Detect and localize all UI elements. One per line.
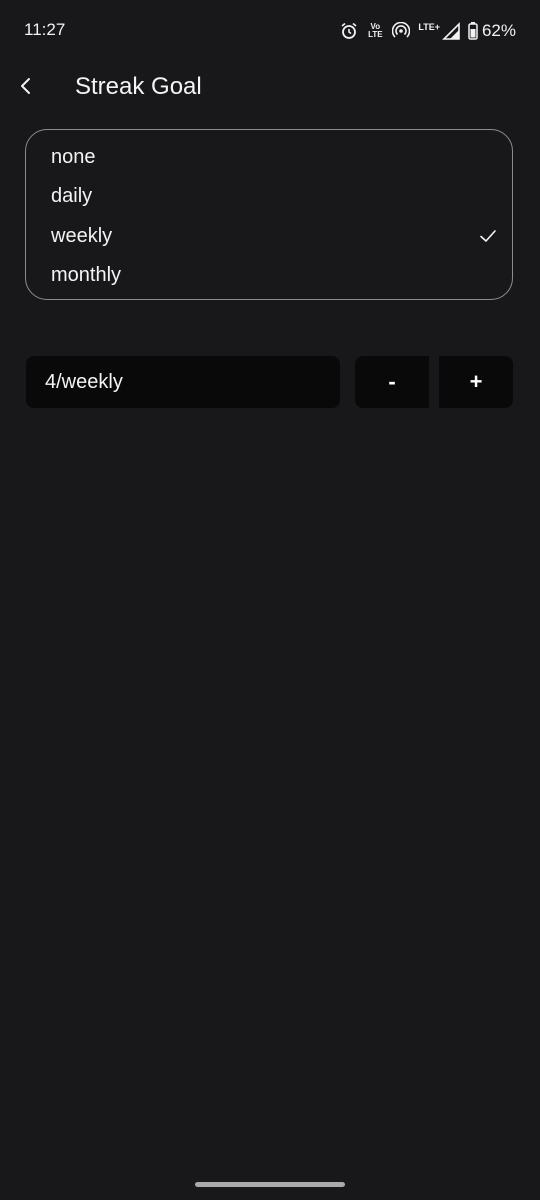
alarm-icon (340, 22, 358, 40)
status-time: 11:27 (24, 20, 66, 39)
volte-icon: Vo LTE (366, 23, 384, 39)
home-indicator[interactable] (195, 1182, 345, 1187)
goal-option-daily[interactable]: daily (51, 178, 516, 214)
page-title: Streak Goal (75, 73, 202, 100)
status-bar: 11:27 Vo LTE LTE+ 62% (0, 0, 540, 62)
back-button[interactable] (10, 72, 42, 104)
plus-icon: + (469, 369, 483, 394)
battery-percentage: 62% (481, 21, 516, 40)
goal-option-none[interactable]: none (51, 139, 516, 175)
check-icon (478, 226, 498, 246)
goal-option-label: daily (51, 184, 93, 207)
hotspot-icon (392, 22, 411, 40)
battery-icon (468, 22, 478, 40)
goal-value-text: 4/weekly (45, 370, 123, 393)
goal-options-list: none daily weekly monthly (25, 129, 513, 300)
network-type-label: LTE+ (418, 22, 440, 32)
increment-button[interactable]: + (439, 356, 513, 408)
goal-option-monthly[interactable]: monthly (51, 257, 516, 293)
volte-bottom-label: LTE (368, 30, 383, 39)
goal-value-display: 4/weekly (26, 356, 340, 408)
goal-option-label: monthly (51, 263, 122, 286)
status-icons: Vo LTE LTE+ 62% (340, 18, 516, 44)
minus-icon: - (388, 369, 396, 394)
goal-option-label: none (51, 145, 96, 168)
goal-option-label: weekly (51, 224, 113, 247)
app-bar: Streak Goal (0, 62, 540, 118)
signal-icon (442, 22, 460, 40)
chevron-left-icon (19, 77, 33, 100)
goal-option-weekly[interactable]: weekly (51, 218, 516, 254)
decrement-button[interactable]: - (355, 356, 429, 408)
